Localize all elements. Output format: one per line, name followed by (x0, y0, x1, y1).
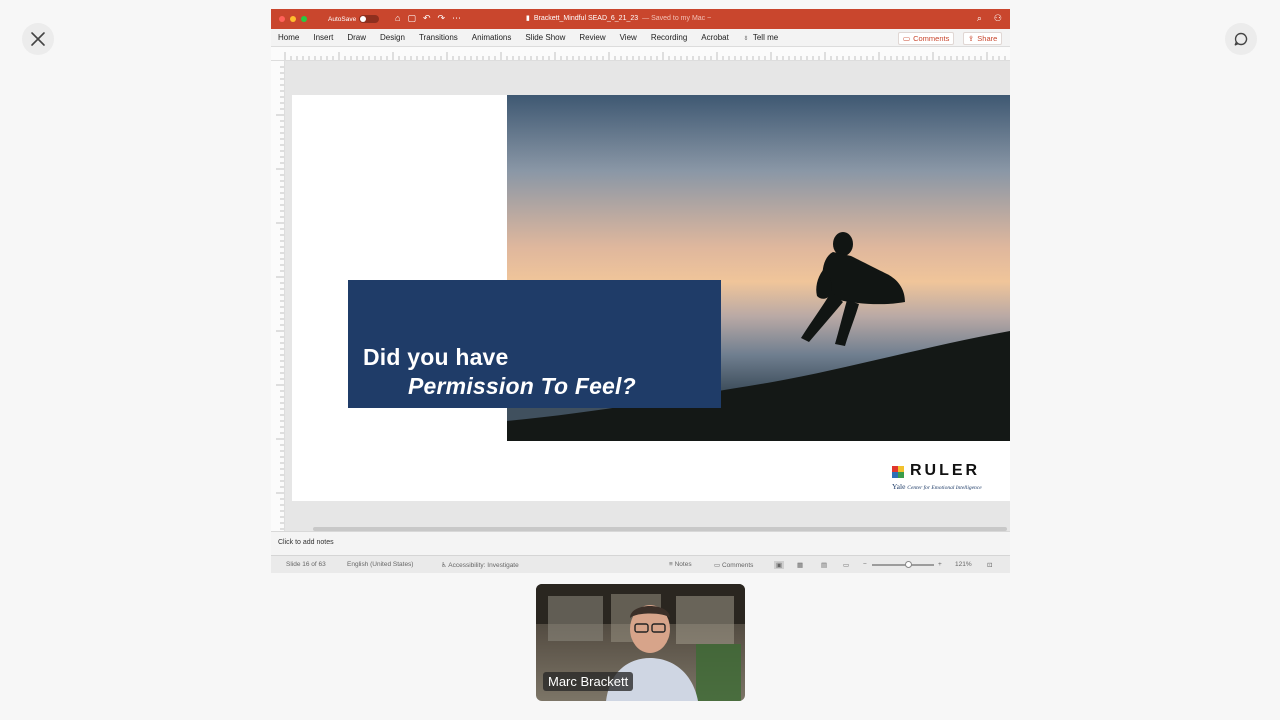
participant-video[interactable]: Marc Brackett (536, 584, 745, 701)
vertical-ruler (271, 61, 285, 531)
title-box[interactable]: Did you have Permission To Feel? (348, 280, 721, 408)
ribbon-tab-transitions[interactable]: Transitions (419, 33, 458, 42)
undo-icon[interactable]: ↶ (423, 13, 431, 24)
close-icon (31, 32, 45, 46)
yale-line: Yale Center for Emotional Intelligence (892, 482, 982, 491)
window-minimize-icon[interactable] (290, 16, 296, 22)
save-status: — Saved to my Mac ~ (642, 14, 712, 22)
reading-view-icon[interactable]: ▤ (821, 561, 827, 569)
comments-button-label: Comments (913, 34, 950, 43)
center-label: Center for Emotional Intelligence (907, 485, 982, 491)
zoom-in-icon[interactable]: + (938, 561, 942, 568)
autosave-toggle[interactable] (359, 15, 380, 23)
ribbon-tab-review[interactable]: Review (579, 33, 605, 42)
language-indicator[interactable]: English (United States) (347, 561, 413, 568)
title-bar-right: ⌕ ⚇ (977, 13, 1002, 24)
tell-me-label: Tell me (752, 33, 779, 42)
ribbon-tab-insert[interactable]: Insert (313, 33, 333, 42)
document-icon: ▮ (526, 15, 530, 22)
ribbon-tab-design[interactable]: Design (380, 33, 405, 42)
lightbulb-icon: ♁ (742, 33, 749, 42)
status-bar: Slide 16 of 63 English (United States) ♿… (271, 555, 1010, 573)
ruler-wordmark: RULER (910, 462, 981, 479)
accessibility-label: Accessibility: Investigate (448, 562, 519, 569)
search-icon[interactable]: ⌕ (977, 13, 982, 24)
share-button-label: Share (977, 34, 998, 43)
ribbon-tab-recording[interactable]: Recording (651, 33, 687, 42)
slide-position: Slide 16 of 63 (286, 561, 326, 568)
title-line-1: Did you have (363, 344, 509, 370)
accessibility-icon: ♿ (441, 562, 447, 569)
save-icon[interactable]: ▢ (407, 13, 416, 24)
traffic-lights (279, 16, 307, 22)
document-name: Brackett_Mindful SEAD_6_21_23 (533, 14, 639, 22)
notes-icon: ≡ (669, 561, 673, 568)
ribbon-tab-slide-show[interactable]: Slide Show (525, 33, 565, 42)
comment-icon: ▭ (903, 34, 911, 43)
comments-button[interactable]: ▭ Comments (898, 32, 955, 45)
horizontal-ruler (271, 47, 1010, 61)
tell-me[interactable]: ♁ Tell me (743, 33, 778, 42)
ribbon-tabs: Home Insert Draw Design Transitions Animation… (271, 29, 1010, 47)
slideshow-icon[interactable]: ▭ (843, 561, 849, 569)
notes-placeholder: Click to add notes (278, 539, 334, 546)
ribbon-tab-view[interactable]: View (620, 33, 637, 42)
home-icon[interactable]: ⌂ (395, 13, 400, 24)
chat-bubble-icon (1234, 32, 1248, 46)
chat-button[interactable] (1225, 23, 1257, 55)
ribbon-tab-acrobat[interactable]: Acrobat (701, 33, 729, 42)
more-icon[interactable]: ⋯ (452, 13, 461, 24)
quick-access-toolbar: ⌂ ▢ ↶ ↷ ⋯ (395, 13, 461, 24)
share-button[interactable]: ⇪ Share (963, 32, 1003, 45)
person-silhouette (801, 232, 905, 346)
zoom-level[interactable]: 121% (955, 561, 972, 568)
normal-view-icon[interactable]: ▣ (774, 561, 785, 569)
slide-sorter-icon[interactable]: ▦ (797, 561, 803, 569)
account-icon[interactable]: ⚇ (994, 13, 1002, 24)
window-close-icon[interactable] (279, 16, 285, 22)
accessibility-status[interactable]: ♿ Accessibility: Investigate (441, 561, 519, 569)
zoom-knob[interactable] (905, 561, 913, 568)
yale-label: Yale (892, 482, 906, 491)
window-maximize-icon[interactable] (301, 16, 307, 22)
slide[interactable]: Did you have Permission To Feel? RULER Y… (292, 95, 1010, 501)
notes-toggle[interactable]: ≡ Notes (669, 561, 692, 568)
comment-small-icon: ▭ (714, 562, 721, 569)
ruler-mark-icon (892, 466, 904, 478)
ribbon-tab-draw[interactable]: Draw (347, 33, 366, 42)
ribbon-tab-home[interactable]: Home (278, 33, 299, 42)
document-title: ▮ Brackett_Mindful SEAD_6_21_23 — Saved … (526, 14, 712, 23)
comments-toggle[interactable]: ▭ Comments (714, 561, 753, 569)
ruler-logo: RULER Yale Center for Emotional Intellig… (892, 462, 1004, 495)
autosave-label: AutoSave (328, 15, 357, 23)
slide-canvas: Did you have Permission To Feel? RULER Y… (285, 61, 1010, 531)
comments-toggle-label: Comments (721, 562, 754, 569)
share-icon: ⇪ (968, 34, 975, 43)
notes-toggle-label: Notes (674, 561, 692, 568)
title-bar: AutoSave ⌂ ▢ ↶ ↷ ⋯ ▮ Brackett_Mindful SE… (271, 9, 1010, 29)
redo-icon[interactable]: ↷ (438, 13, 446, 24)
powerpoint-window: AutoSave ⌂ ▢ ↶ ↷ ⋯ ▮ Brackett_Mindful SE… (271, 9, 1010, 573)
notes-pane[interactable]: Click to add notes (271, 531, 1010, 555)
fit-slide-icon[interactable]: ⊡ (987, 561, 992, 569)
zoom-out-icon[interactable]: − (863, 561, 867, 568)
autosave-control[interactable]: AutoSave (328, 15, 380, 23)
ribbon-tab-animations[interactable]: Animations (472, 33, 512, 42)
title-line-2: Permission To Feel? (408, 373, 636, 399)
participant-name: Marc Brackett (543, 672, 634, 691)
zoom-slider[interactable] (872, 561, 934, 568)
close-button[interactable] (22, 23, 54, 55)
